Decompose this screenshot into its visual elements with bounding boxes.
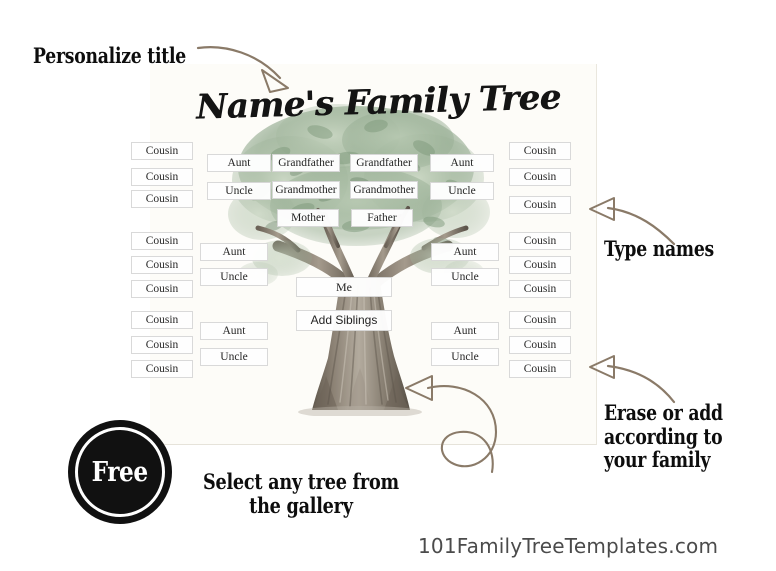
annotation-personalize-title: Personalize title	[33, 43, 186, 68]
annotation-type-names: Type names	[604, 236, 715, 261]
name-box-cousin[interactable]: Cousin	[131, 142, 193, 160]
name-box-relative[interactable]: Aunt	[207, 154, 271, 172]
name-box-relative[interactable]: Aunt	[431, 243, 499, 261]
name-box-relative[interactable]: Aunt	[200, 322, 268, 340]
annotation-select-tree: Select any tree from the gallery	[203, 470, 399, 517]
name-box-relative[interactable]: Uncle	[200, 348, 268, 366]
name-box-relative[interactable]: Uncle	[207, 182, 271, 200]
name-box-cousin[interactable]: Cousin	[131, 280, 193, 298]
name-box-cousin[interactable]: Cousin	[509, 311, 571, 329]
name-box-relative[interactable]: Aunt	[200, 243, 268, 261]
name-box-relative[interactable]: Aunt	[430, 154, 494, 172]
template-canvas: Name's Family Tree Cousin Cousin Cousin Cou…	[0, 0, 776, 571]
annotation-erase-line-3: your family	[604, 447, 711, 473]
name-box-relative[interactable]: Aunt	[431, 322, 499, 340]
annotation-gallery-line-2: the gallery	[249, 492, 353, 518]
name-box-cousin[interactable]: Cousin	[131, 360, 193, 378]
badge-label: Free	[91, 456, 149, 488]
name-box-cousin[interactable]: Cousin	[509, 142, 571, 160]
free-badge: Free	[68, 420, 172, 524]
name-box-parent[interactable]: Father	[351, 209, 413, 227]
add-siblings-button[interactable]: Add Siblings	[296, 310, 392, 331]
name-box-relative[interactable]: Uncle	[430, 182, 494, 200]
arrow-to-tree-gallery	[392, 372, 542, 500]
site-url[interactable]: 101FamilyTreeTemplates.com	[418, 534, 718, 558]
name-box-me[interactable]: Me	[296, 277, 392, 297]
name-box-cousin[interactable]: Cousin	[131, 336, 193, 354]
name-box-cousin[interactable]: Cousin	[509, 232, 571, 250]
name-box-relative[interactable]: Uncle	[431, 268, 499, 286]
annotation-erase-line-2: according to	[604, 423, 723, 449]
name-box-parent[interactable]: Mother	[277, 209, 339, 227]
name-box-cousin[interactable]: Cousin	[509, 256, 571, 274]
annotation-gallery-line-1: Select any tree from	[203, 469, 399, 494]
annotation-erase-line-1: Erase or add	[604, 400, 723, 425]
name-box-grandparent[interactable]: Grandfather	[350, 154, 418, 172]
name-box-grandparent[interactable]: Grandfather	[272, 154, 340, 172]
name-box-grandparent[interactable]: Grandmother	[350, 181, 418, 199]
name-box-cousin[interactable]: Cousin	[509, 196, 571, 214]
annotation-erase-or-add: Erase or add according to your family	[604, 401, 723, 472]
name-box-cousin[interactable]: Cousin	[131, 311, 193, 329]
name-box-cousin[interactable]: Cousin	[131, 256, 193, 274]
name-box-cousin[interactable]: Cousin	[509, 280, 571, 298]
name-box-cousin[interactable]: Cousin	[131, 232, 193, 250]
name-box-relative[interactable]: Uncle	[200, 268, 268, 286]
name-box-cousin[interactable]: Cousin	[131, 190, 193, 208]
name-box-relative[interactable]: Uncle	[431, 348, 499, 366]
name-box-cousin[interactable]: Cousin	[131, 168, 193, 186]
name-box-cousin[interactable]: Cousin	[509, 336, 571, 354]
name-box-cousin[interactable]: Cousin	[509, 168, 571, 186]
name-box-grandparent[interactable]: Grandmother	[272, 181, 340, 199]
arrow-to-title	[196, 38, 306, 98]
